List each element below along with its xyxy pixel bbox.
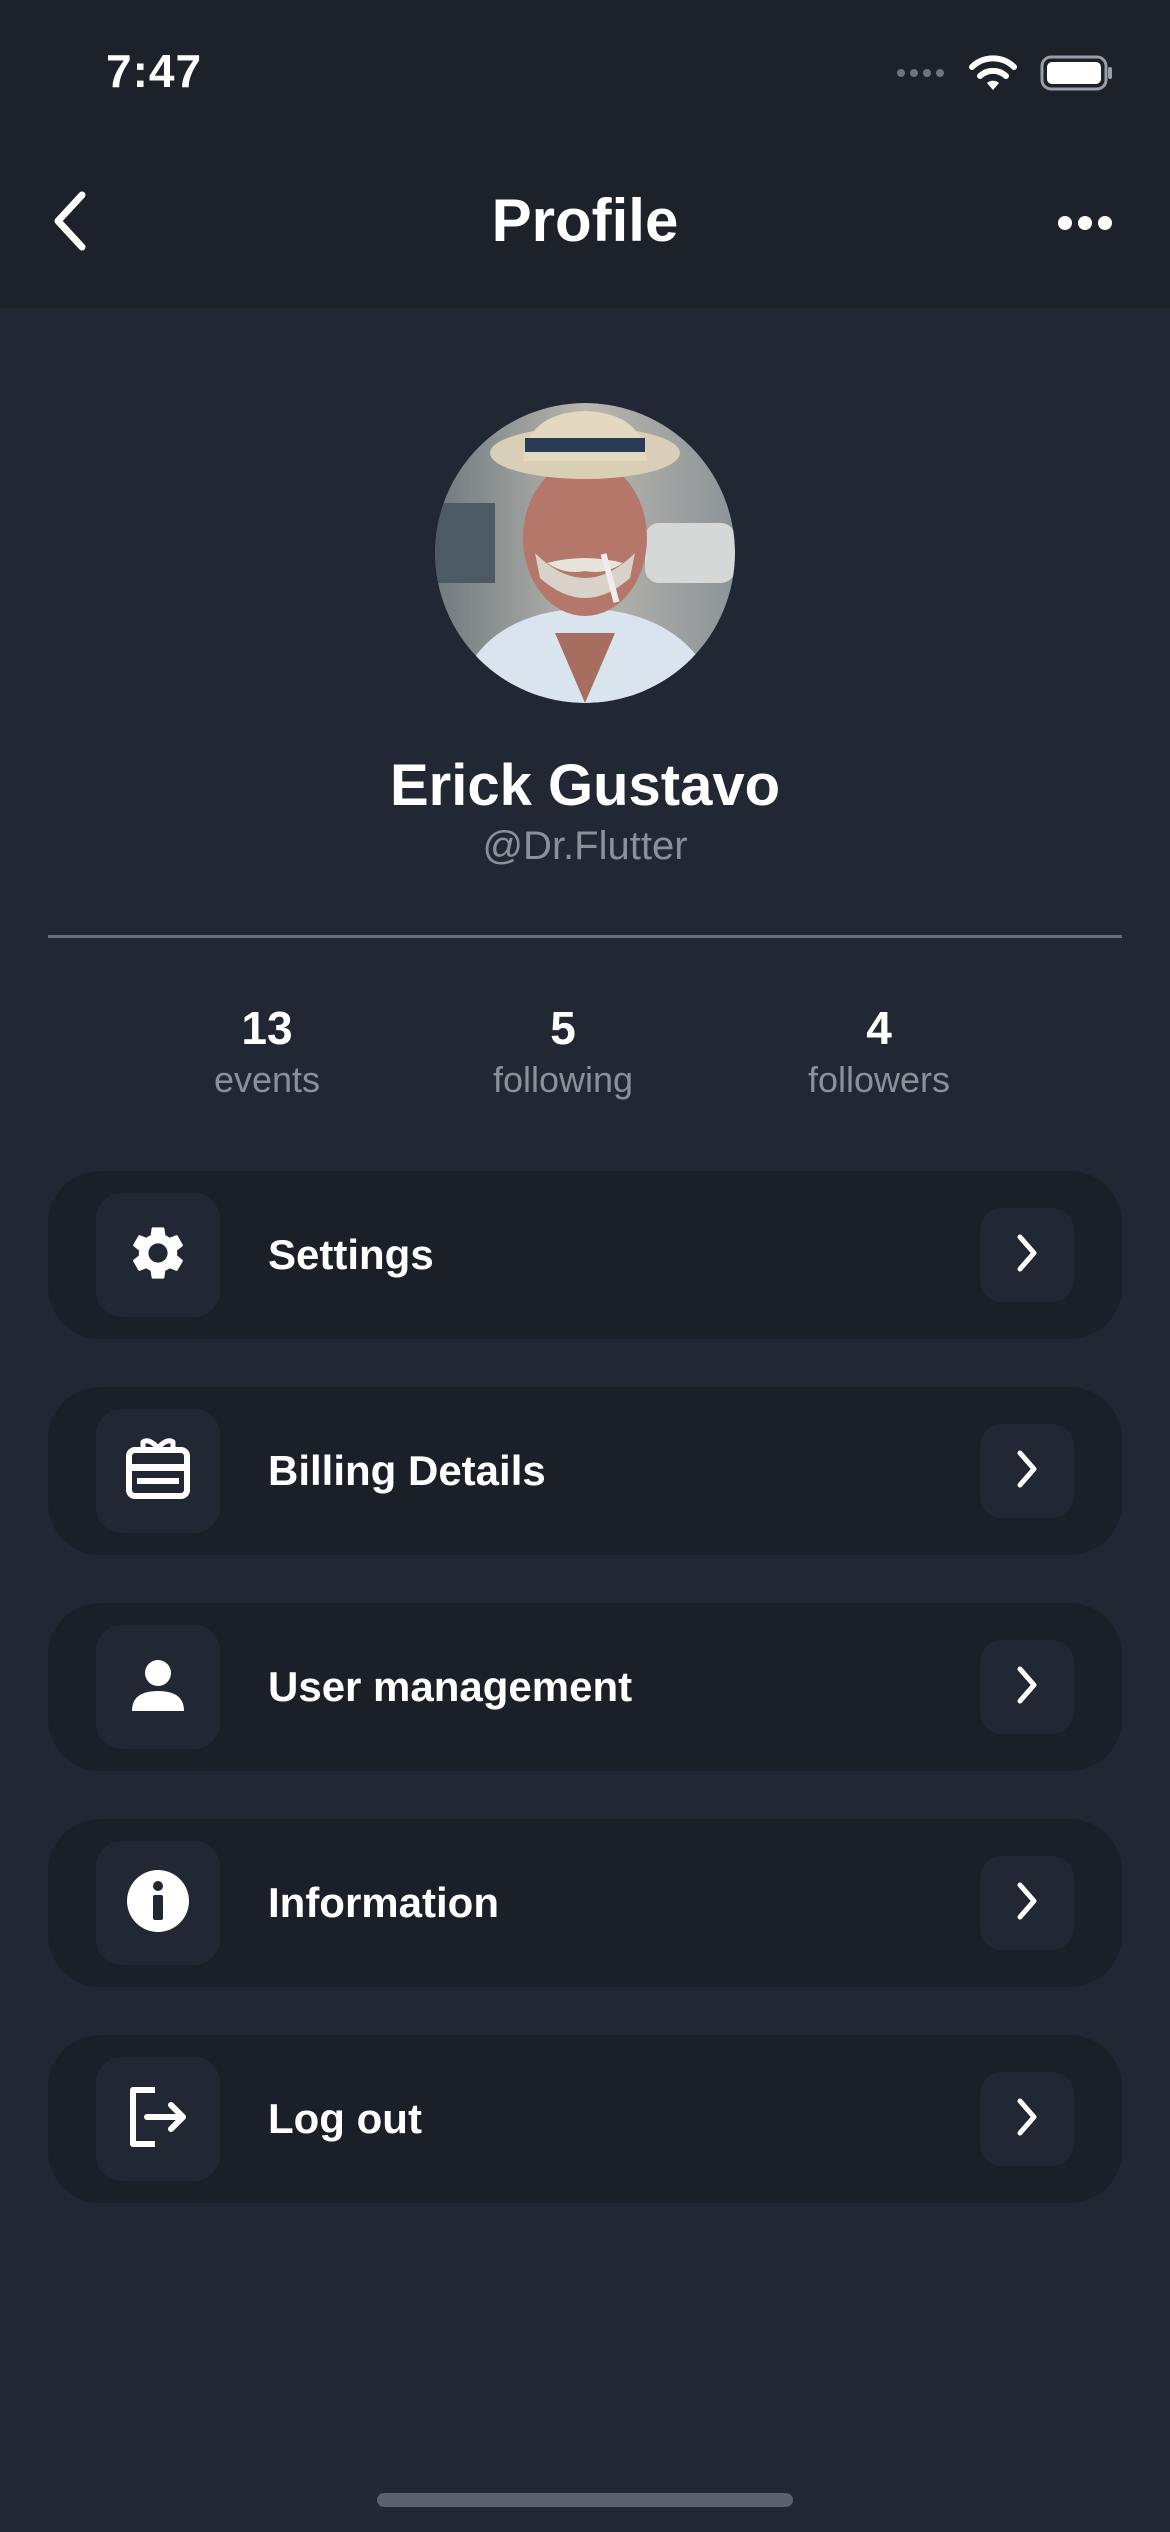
menu-item-arrow [980,1856,1074,1950]
user-icon [128,1655,188,1720]
gear-icon [126,1221,190,1290]
menu-item-label: Log out [268,2095,422,2142]
chevron-right-icon [1012,1879,1042,1928]
chevron-right-icon [1012,1231,1042,1280]
page-title: Profile [491,187,679,254]
menu-icon-container [96,2057,220,2181]
stat-label: following [492,1059,634,1100]
menu-item-label: Billing Details [268,1447,546,1494]
home-indicator[interactable] [377,2493,793,2507]
chevron-right-icon [1012,2095,1042,2144]
stat-value: 5 [550,1002,576,1054]
info-icon [126,1869,190,1938]
chevron-right-icon [1012,1663,1042,1712]
stat-value: 4 [866,1002,892,1054]
wallet-icon [125,1436,191,1507]
menu-item-arrow [980,1424,1074,1518]
menu-icon-container [96,1409,220,1533]
menu-item-label: Information [268,1879,499,1926]
more-horizontal-icon [1057,215,1113,236]
stat-following[interactable]: 5 following [433,1000,693,1104]
menu-item-label: Settings [268,1231,434,1278]
top-bar: 7:47 Profile [0,0,1170,308]
profile-name: Erick Gustavo [389,753,781,818]
avatar [435,403,735,703]
menu-icon-container [96,1841,220,1965]
stat-value: 13 [241,1002,293,1054]
menu-item-billing-details[interactable]: Billing Details [48,1387,1122,1555]
stat-label: followers [807,1059,951,1100]
menu-icon-container [96,1625,220,1749]
battery-icon [1040,55,1114,96]
stat-label: events [213,1059,321,1100]
menu-item-settings[interactable]: Settings [48,1171,1122,1339]
chevron-right-icon [1012,1447,1042,1496]
more-options-button[interactable] [1040,200,1130,250]
status-icons [896,54,1114,97]
profile-handle: @Dr.Flutter [482,824,688,868]
divider [48,935,1122,938]
menu-icon-container [96,1193,220,1317]
wifi-icon [968,54,1018,97]
menu-item-label: User management [268,1663,633,1710]
menu-item-arrow [980,1208,1074,1302]
stat-events[interactable]: 13 events [137,1000,397,1104]
menu-item-arrow [980,1640,1074,1734]
menu-item-arrow [980,2072,1074,2166]
menu-item-log-out[interactable]: Log out [48,2035,1122,2203]
menu-item-user-management[interactable]: User management [48,1603,1122,1771]
stat-followers[interactable]: 4 followers [749,1000,1009,1104]
menu-item-information[interactable]: Information [48,1819,1122,1987]
status-time: 7:47 [106,45,203,97]
logout-icon [125,2084,191,2155]
signal-icon [896,66,946,85]
